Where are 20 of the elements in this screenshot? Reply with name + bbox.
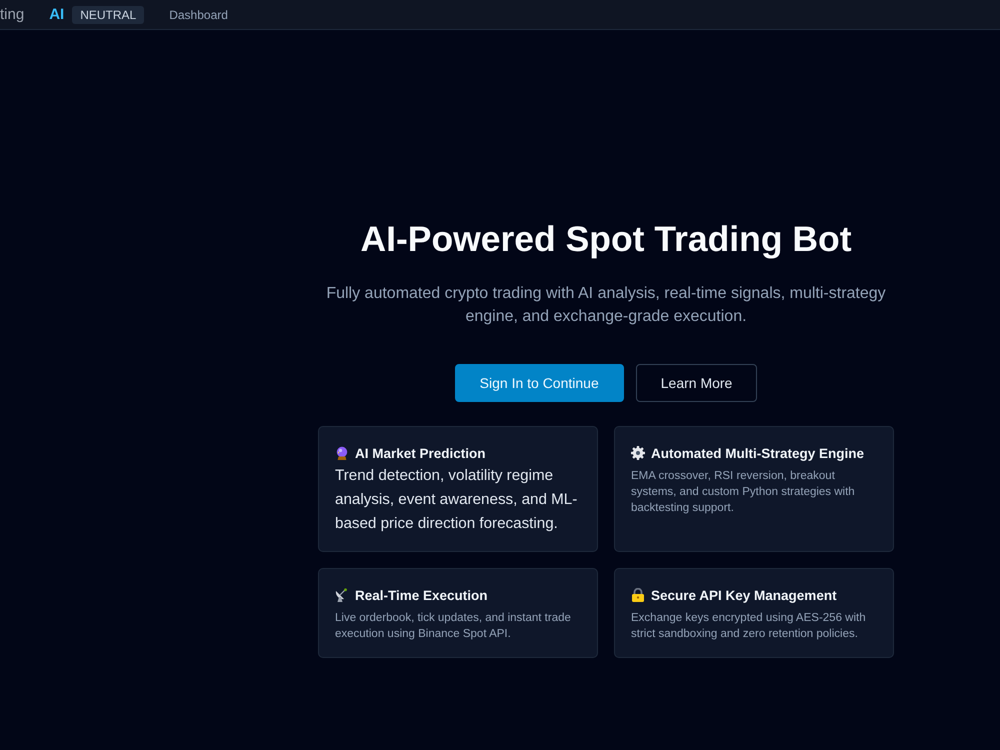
signal-badge: NEUTRAL [72,6,144,24]
feature-description: Exchange keys encrypted using AES-256 with strict sandboxing and zero retention policies. [631,611,867,642]
feature-description: Live orderbook, tick updates, and instant trade execution using Binance Spot API. [335,611,572,642]
feature-title: Secure API Key Management [651,588,837,602]
ai-label: AI [49,6,64,23]
feature-description: EMA crossover, RSI reversion, breakout systems, and custom Python strategies with backtesting support. [631,469,856,516]
gear-icon [631,446,645,460]
learn-more-button[interactable]: Learn More [636,364,758,402]
feature-title: Real-Time Execution [355,588,488,602]
hero-title: AI-Powered Spot Trading Bot [360,219,852,259]
feature-title: AI Market Prediction [355,446,486,460]
brand-title: ting [0,6,24,23]
hero-subtitle: Fully automated crypto trading with AI analysis, real-time signals, multi-strategy engine, and exchange-grade execution. [325,284,887,327]
feature-title: Automated Multi-Strategy Engine [651,446,864,460]
satellite-dish-icon [335,588,349,602]
padlock-icon [631,588,645,602]
sign-in-button[interactable]: Sign In to Continue [454,364,624,402]
feature-description: Trend detection, volatility regime analysis, event awareness, and ML-based price direction forecasting. [335,466,578,534]
nav-link[interactable]: Dashboard [169,8,228,22]
crystal-ball-icon [335,446,349,460]
